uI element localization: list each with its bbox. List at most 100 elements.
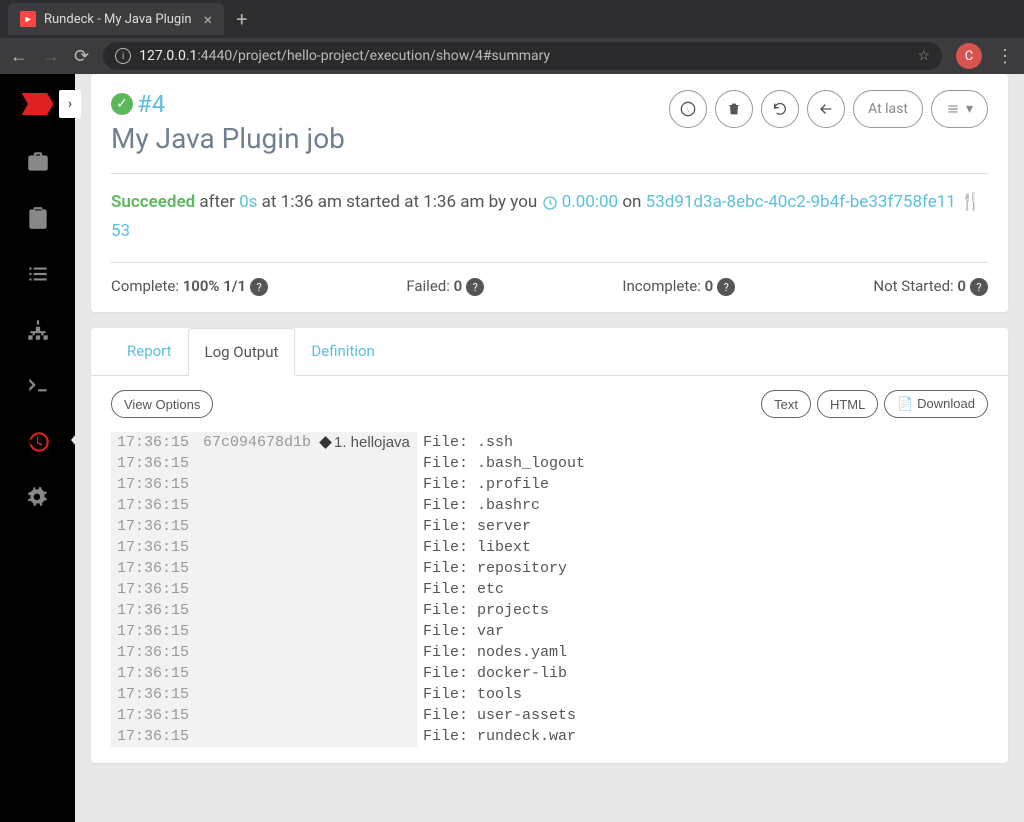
log-table: 17:36:1567c094678d1b 1. hellojavaFile: .…	[111, 432, 988, 747]
log-node	[197, 558, 315, 579]
url-field[interactable]: i 127.0.0.1:4440/project/hello-project/e…	[103, 42, 942, 70]
refresh-button[interactable]	[761, 90, 799, 128]
duration-link[interactable]: 0s	[239, 192, 257, 212]
log-time: 17:36:15	[111, 432, 197, 453]
sitemap-icon	[25, 317, 51, 343]
log-message: File: user-assets	[417, 705, 988, 726]
log-message: File: repository	[417, 558, 988, 579]
delete-button[interactable]	[715, 90, 753, 128]
execution-number: ✓ #4	[111, 90, 345, 118]
profile-avatar[interactable]: C	[956, 43, 982, 69]
help-icon[interactable]: ?	[250, 278, 268, 296]
log-node	[197, 726, 315, 747]
html-button[interactable]: HTML	[817, 390, 878, 418]
exec-id-link[interactable]: 53d91d3a-8ebc-40c2-9b4f-be33f758fe11	[646, 192, 956, 212]
log-node	[197, 663, 315, 684]
info-icon	[680, 101, 696, 117]
log-message: File: .bash_logout	[417, 453, 988, 474]
redo-icon	[772, 101, 788, 117]
log-row: 17:36:15File: nodes.yaml	[111, 642, 988, 663]
action-buttons: At last ▾	[669, 90, 988, 128]
log-node	[197, 516, 315, 537]
log-node	[197, 537, 315, 558]
sidebar-item-topology[interactable]	[0, 302, 75, 358]
gears-icon	[25, 485, 51, 511]
log-row: 17:36:15 File: etc	[111, 579, 988, 600]
active-indicator	[71, 428, 81, 452]
tab-close-icon[interactable]: ×	[204, 10, 213, 29]
log-message: File: etc	[417, 579, 988, 600]
log-step	[315, 537, 417, 558]
app-frame: › ✓ #4	[0, 74, 1024, 822]
log-step	[315, 474, 417, 495]
sidebar-item-terminal[interactable]	[0, 358, 75, 414]
site-info-icon[interactable]: i	[115, 48, 131, 64]
log-node	[197, 579, 315, 600]
sidebar-item-activity[interactable]	[0, 414, 75, 470]
terminal-icon	[25, 373, 51, 399]
briefcase-icon	[25, 149, 51, 175]
at-last-button[interactable]: At last	[853, 90, 923, 128]
log-message: File: docker-lib	[417, 663, 988, 684]
back-arrow-button[interactable]	[807, 90, 845, 128]
log-message: File: server	[417, 516, 988, 537]
log-message: File: libext	[417, 537, 988, 558]
log-card: Report Log Output Definition View Option…	[91, 328, 1008, 763]
sidebar-item-commands[interactable]	[0, 246, 75, 302]
options-row: View Options Text HTML 📄 Download	[111, 390, 988, 418]
log-row: 17:36:15 File: libext	[111, 537, 988, 558]
favicon-icon: ▸	[20, 11, 36, 27]
tab-definition[interactable]: Definition	[295, 328, 390, 375]
info-button[interactable]	[669, 90, 707, 128]
log-time: 17:36:15	[111, 579, 197, 600]
log-node	[197, 474, 315, 495]
back-button[interactable]: ←	[10, 46, 28, 67]
download-button[interactable]: 📄 Download	[884, 390, 988, 418]
help-icon[interactable]: ?	[717, 278, 735, 296]
help-icon[interactable]: ?	[466, 278, 484, 296]
log-time: 17:36:15	[111, 537, 197, 558]
log-step	[315, 600, 417, 621]
chevron-down-icon: ▾	[966, 101, 973, 117]
clock-icon	[542, 195, 558, 211]
sidebar-item-jobs[interactable]	[0, 134, 75, 190]
log-time: 17:36:15	[111, 705, 197, 726]
view-options-button[interactable]: View Options	[111, 390, 213, 418]
rundeck-logo-icon[interactable]	[22, 93, 54, 115]
count-link[interactable]: 53	[111, 221, 130, 241]
sidebar-item-nodes[interactable]	[0, 190, 75, 246]
sidebar-item-settings[interactable]	[0, 470, 75, 526]
success-check-icon: ✓	[111, 93, 133, 115]
stat-notstarted: Not Started: 0?	[873, 277, 988, 297]
sidebar-expand-icon[interactable]: ›	[59, 90, 81, 118]
star-icon[interactable]: ☆	[917, 48, 930, 64]
log-row: 17:36:15File: projects	[111, 600, 988, 621]
log-node	[197, 684, 315, 705]
log-time: 17:36:15	[111, 453, 197, 474]
log-step	[315, 726, 417, 747]
tab-report[interactable]: Report	[111, 328, 188, 375]
tab-log-output[interactable]: Log Output	[188, 328, 296, 376]
address-bar: ← → ⟳ i 127.0.0.1:4440/project/hello-pro…	[0, 38, 1024, 74]
text-button[interactable]: Text	[761, 390, 811, 418]
log-step	[315, 621, 417, 642]
forward-button[interactable]: →	[42, 46, 60, 67]
sidebar: ›	[0, 74, 75, 822]
main-content: ✓ #4 My Java Plugin job At last ▾ Succee…	[75, 74, 1024, 822]
menu-icon	[946, 102, 960, 116]
cutlery-icon: 🍴	[960, 192, 981, 212]
reload-button[interactable]: ⟳	[74, 46, 89, 67]
log-row: 17:36:15 File: .bashrc	[111, 495, 988, 516]
log-message: File: tools	[417, 684, 988, 705]
log-time: 17:36:15	[111, 495, 197, 516]
help-icon[interactable]: ?	[970, 278, 988, 296]
elapsed-link[interactable]: 0.00:00	[562, 192, 618, 212]
browser-tab[interactable]: ▸ Rundeck - My Java Plugin ×	[8, 3, 224, 35]
log-message: File: .bashrc	[417, 495, 988, 516]
sidebar-logo-row: ›	[0, 74, 75, 134]
log-step	[315, 453, 417, 474]
status-succeeded: Succeeded	[111, 192, 195, 212]
menu-dropdown-button[interactable]: ▾	[931, 90, 988, 128]
new-tab-button[interactable]: +	[236, 7, 247, 31]
browser-menu-icon[interactable]: ⋮	[996, 46, 1014, 67]
